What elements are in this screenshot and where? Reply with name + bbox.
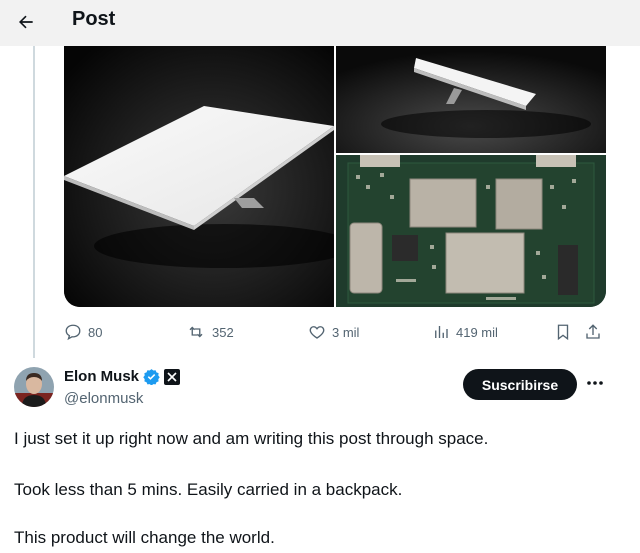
action-bar: 80 352 3 mil 419 mil bbox=[64, 318, 606, 346]
reply-icon bbox=[65, 324, 81, 341]
share-icon bbox=[586, 324, 600, 339]
back-button[interactable] bbox=[10, 6, 42, 38]
x-logo-icon bbox=[164, 368, 181, 385]
bookmark-button[interactable] bbox=[554, 318, 572, 346]
repost-button[interactable]: 352 bbox=[186, 318, 234, 346]
thread-line bbox=[33, 46, 35, 358]
post-text-line-3: This product will change the world. bbox=[14, 528, 275, 547]
heart-icon bbox=[309, 326, 325, 339]
author-name-row[interactable]: Elon Musk bbox=[64, 368, 181, 385]
subscribe-button[interactable]: Suscribirse bbox=[463, 369, 577, 400]
views-button[interactable]: 419 mil bbox=[432, 318, 498, 346]
post-text-line-2: Took less than 5 mins. Easily carried in… bbox=[14, 480, 403, 499]
like-button[interactable]: 3 mil bbox=[308, 318, 359, 346]
arrow-left-icon bbox=[19, 15, 33, 29]
views-count: 419 mil bbox=[456, 324, 498, 340]
views-icon bbox=[435, 326, 448, 338]
repost-icon bbox=[189, 326, 203, 338]
page-title: Post bbox=[72, 8, 116, 30]
reply-button[interactable]: 80 bbox=[64, 318, 102, 346]
more-options-button[interactable] bbox=[584, 372, 606, 394]
top-bar: Post bbox=[0, 0, 640, 46]
reply-count: 80 bbox=[88, 324, 103, 340]
ellipsis-icon bbox=[587, 381, 603, 385]
media-image-dish-side[interactable] bbox=[336, 46, 606, 153]
bookmark-icon bbox=[557, 324, 569, 341]
avatar[interactable] bbox=[14, 367, 54, 407]
media-grid bbox=[64, 46, 606, 307]
verified-badge-icon bbox=[143, 369, 160, 385]
author-handle[interactable]: @elonmusk bbox=[64, 390, 143, 407]
post-text-line-1: I just set it up right now and am writin… bbox=[14, 429, 489, 448]
media-image-circuit-board[interactable] bbox=[336, 155, 606, 307]
author-name: Elon Musk bbox=[64, 368, 140, 385]
media-image-dish[interactable] bbox=[64, 46, 334, 307]
share-button[interactable] bbox=[584, 318, 602, 346]
like-count: 3 mil bbox=[332, 324, 360, 340]
repost-count: 352 bbox=[212, 324, 234, 340]
